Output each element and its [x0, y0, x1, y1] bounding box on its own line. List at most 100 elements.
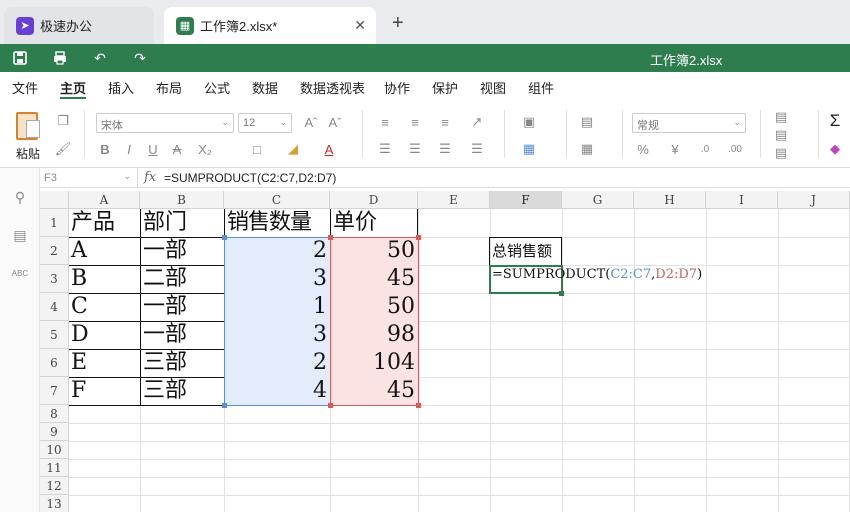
comment-icon[interactable]: ▤: [11, 226, 29, 244]
cell-d6[interactable]: 104: [331, 350, 418, 376]
column-header-e[interactable]: E: [418, 191, 490, 209]
select-all-corner[interactable]: [40, 191, 69, 209]
search-icon[interactable]: ⚲: [11, 188, 29, 206]
cell-c2[interactable]: 2: [225, 238, 330, 264]
subscript-icon[interactable]: X₂: [196, 140, 214, 158]
row-header-2[interactable]: 2: [40, 237, 69, 265]
row-header-10[interactable]: 10: [40, 441, 69, 459]
tab-quick-office[interactable]: ➤ 极速办公: [4, 7, 154, 44]
function-fx-icon[interactable]: fx: [144, 170, 156, 185]
fill-color-icon[interactable]: ◢: [284, 140, 302, 158]
italic-icon[interactable]: I: [120, 140, 138, 158]
menu-insert[interactable]: 插入: [108, 78, 134, 97]
row-header-11[interactable]: 11: [40, 459, 69, 477]
menu-pivot-table[interactable]: 数据透视表: [300, 78, 365, 97]
cell-d5[interactable]: 98: [331, 322, 418, 348]
align-right-icon[interactable]: ☰: [436, 140, 454, 158]
cell-b3[interactable]: 二部: [141, 266, 224, 292]
row-header-7[interactable]: 7: [40, 377, 69, 405]
cell-a6[interactable]: E: [69, 350, 140, 376]
menu-data[interactable]: 数据: [252, 78, 278, 97]
menu-file[interactable]: 文件: [12, 78, 38, 97]
close-icon[interactable]: ✕: [354, 17, 366, 34]
text-orientation-icon[interactable]: ↗: [468, 113, 486, 131]
menu-home[interactable]: 主页: [60, 78, 86, 97]
menu-formula[interactable]: 公式: [204, 78, 230, 97]
justify-icon[interactable]: ☰: [468, 140, 486, 158]
cell-f3-formula[interactable]: =SUMPRODUCT(C2:C7,D2:D7): [492, 265, 702, 285]
menu-protect[interactable]: 保护: [432, 78, 458, 97]
spreadsheet-grid[interactable]: A B C D E F G H I J 1 2 3 4 5 6 7 8 9 10…: [40, 191, 850, 512]
increase-decimal-icon[interactable]: .0: [696, 140, 714, 158]
column-header-j[interactable]: J: [778, 191, 850, 209]
align-middle-icon[interactable]: ≡: [406, 113, 424, 131]
decrease-decimal-icon[interactable]: .00: [726, 140, 744, 158]
align-bottom-icon[interactable]: ≡: [436, 113, 454, 131]
row-header-8[interactable]: 8: [40, 405, 69, 423]
menu-layout[interactable]: 布局: [156, 78, 182, 97]
cell-b2[interactable]: 一部: [141, 238, 224, 264]
row-header-3[interactable]: 3: [40, 265, 69, 293]
percent-icon[interactable]: %: [634, 140, 652, 158]
print-icon[interactable]: [50, 48, 70, 68]
column-header-h[interactable]: H: [634, 191, 706, 209]
format-cells-icon[interactable]: ▤: [772, 144, 790, 162]
column-header-d[interactable]: D: [330, 191, 418, 209]
merge-cells-icon[interactable]: ▦: [520, 140, 538, 158]
copy-icon[interactable]: ❐: [54, 112, 72, 130]
menu-components[interactable]: 组件: [528, 78, 554, 97]
cell-a1[interactable]: 产品: [69, 210, 140, 237]
cell-f2[interactable]: 总销售额: [492, 241, 552, 261]
save-icon[interactable]: [10, 48, 30, 68]
autosum-icon[interactable]: Σ: [826, 111, 844, 130]
formula-input[interactable]: =SUMPRODUCT(C2:C7,D2:D7): [164, 171, 336, 185]
insert-cells-icon[interactable]: ▤: [772, 108, 790, 126]
column-header-a[interactable]: A: [69, 191, 140, 209]
font-color-icon[interactable]: A: [320, 140, 338, 158]
cell-a5[interactable]: D: [69, 322, 140, 348]
underline-icon[interactable]: U: [144, 140, 162, 158]
cell-d2[interactable]: 50: [331, 238, 418, 264]
cell-c1[interactable]: 销售数量: [225, 210, 330, 237]
align-center-icon[interactable]: ☰: [406, 140, 424, 158]
tab-workbook[interactable]: ▦ 工作簿2.xlsx* ✕: [164, 7, 376, 44]
font-size-select[interactable]: 12 ⌄: [238, 113, 292, 133]
redo-icon[interactable]: ↷: [130, 48, 150, 68]
cell-c5[interactable]: 3: [225, 322, 330, 348]
number-format-select[interactable]: 常规 ⌄: [632, 113, 746, 133]
column-header-i[interactable]: I: [706, 191, 778, 209]
row-header-12[interactable]: 12: [40, 477, 69, 495]
borders-icon[interactable]: □: [248, 140, 266, 158]
delete-cells-icon[interactable]: ▤: [772, 126, 790, 144]
cell-b1[interactable]: 部门: [141, 210, 224, 237]
format-painter-icon[interactable]: 🖌: [54, 140, 72, 158]
new-tab-plus-icon[interactable]: +: [392, 12, 404, 35]
cell-b7[interactable]: 三部: [141, 378, 224, 404]
strikethrough-icon[interactable]: A: [168, 140, 186, 158]
cell-a3[interactable]: B: [69, 266, 140, 292]
fill-handle[interactable]: [559, 291, 564, 296]
cell-c6[interactable]: 2: [225, 350, 330, 376]
column-header-b[interactable]: B: [140, 191, 224, 209]
cell-d7[interactable]: 45: [331, 378, 418, 404]
paste-button[interactable]: 粘贴: [12, 110, 46, 161]
menu-view[interactable]: 视图: [480, 78, 506, 97]
menu-collaborate[interactable]: 协作: [384, 78, 410, 97]
cell-b6[interactable]: 三部: [141, 350, 224, 376]
column-header-f[interactable]: F: [490, 191, 562, 209]
currency-icon[interactable]: ¥: [666, 140, 684, 158]
cell-d1[interactable]: 单价: [331, 210, 418, 237]
cell-d4[interactable]: 50: [331, 294, 418, 320]
cell-a2[interactable]: A: [69, 238, 140, 264]
cell-a7[interactable]: F: [69, 378, 140, 404]
cell-a4[interactable]: C: [69, 294, 140, 320]
row-header-5[interactable]: 5: [40, 321, 69, 349]
align-left-icon[interactable]: ☰: [376, 140, 394, 158]
cell-c3[interactable]: 3: [225, 266, 330, 292]
align-top-icon[interactable]: ≡: [376, 113, 394, 131]
row-header-9[interactable]: 9: [40, 423, 69, 441]
cell-b4[interactable]: 一部: [141, 294, 224, 320]
spellcheck-abc-icon[interactable]: ABC: [11, 264, 29, 282]
eraser-icon[interactable]: ◆: [826, 140, 844, 158]
column-header-c[interactable]: C: [224, 191, 330, 209]
